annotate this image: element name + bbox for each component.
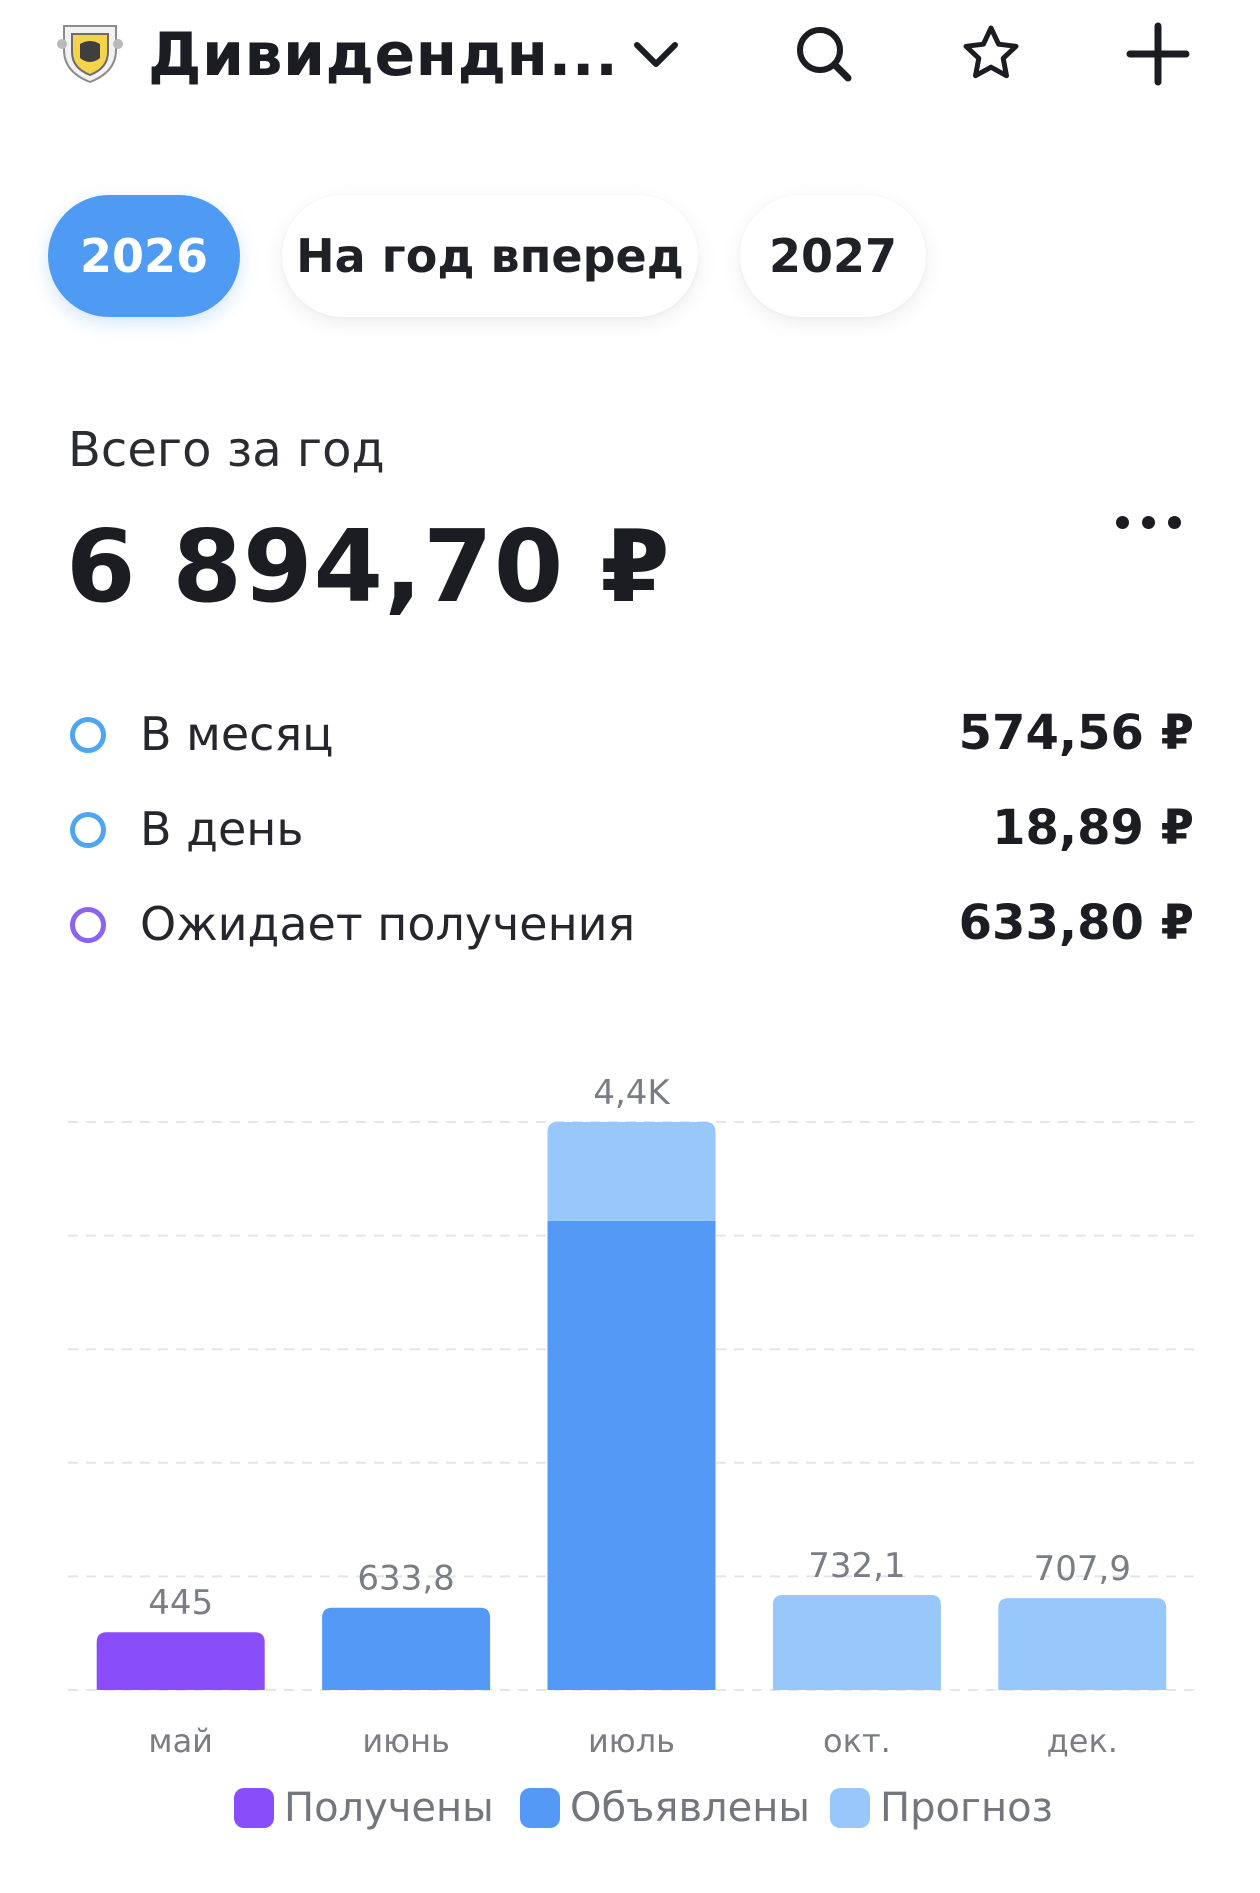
dividends-bar-chart: 445 май 633,8 июнь 4,4K июль 732,1 окт. 707,9 дек…: [68, 1073, 1195, 1760]
tab-year-ahead[interactable]: На год вперед: [282, 195, 698, 317]
bar-segment: [998, 1598, 1167, 1690]
bar-value-label: 633,8: [357, 1559, 454, 1599]
legend-item-received[interactable]: Получены: [234, 1785, 494, 1831]
stat-value-month: 574,56 ₽: [958, 705, 1194, 761]
x-tick-label: июль: [588, 1722, 675, 1760]
bar-segment: [96, 1632, 265, 1690]
stat-label-pending: Ожидает получения: [140, 897, 636, 951]
stat-value-day: 18,89 ₽: [992, 800, 1194, 856]
stat-row-day: В день 18,89 ₽: [68, 800, 1194, 870]
bar-value-label: 445: [148, 1583, 213, 1623]
stat-dot-day: [70, 812, 106, 848]
stat-label-month: В месяц: [140, 707, 334, 761]
star-icon[interactable]: [951, 14, 1031, 94]
bar-value-label: 707,9: [1034, 1549, 1131, 1589]
bar-segment: [547, 1220, 716, 1690]
legend-item-declared[interactable]: Объявлены: [520, 1785, 810, 1831]
legend-label-declared: Объявлены: [570, 1785, 810, 1831]
search-icon[interactable]: [784, 14, 864, 94]
stat-value-pending: 633,80 ₽: [958, 895, 1194, 951]
app-header: Дивидендн...: [0, 0, 1260, 120]
bar-segment: [547, 1122, 716, 1221]
stat-label-day: В день: [140, 802, 304, 856]
x-tick-label: окт.: [823, 1722, 891, 1760]
tab-2026[interactable]: 2026: [48, 195, 240, 317]
tab-2027[interactable]: 2027: [740, 195, 926, 317]
legend-label-received: Получены: [284, 1785, 494, 1831]
stat-row-month: В месяц 574,56 ₽: [68, 705, 1194, 775]
total-label: Всего за год: [68, 422, 385, 478]
x-tick-label: июнь: [362, 1722, 450, 1760]
legend-label-forecast: Прогноз: [880, 1785, 1053, 1831]
stat-dot-pending: [70, 907, 106, 943]
bar-segment: [322, 1607, 491, 1690]
bar-value-label: 732,1: [808, 1546, 905, 1586]
legend-swatch-forecast: [830, 1788, 870, 1828]
legend-swatch-received: [234, 1788, 274, 1828]
total-value: 6 894,70 ₽: [66, 508, 671, 625]
x-tick-label: май: [148, 1722, 213, 1760]
bar-value-label: 4,4K: [593, 1073, 671, 1113]
chart-legend: Получены Объявлены Прогноз: [0, 1785, 1260, 1845]
more-options-icon[interactable]: [1108, 502, 1188, 542]
bank-logo-icon: [56, 20, 124, 86]
plus-icon[interactable]: [1118, 14, 1198, 94]
x-tick-label: дек.: [1047, 1722, 1118, 1760]
legend-swatch-declared: [520, 1788, 560, 1828]
stat-dot-month: [70, 717, 106, 753]
chevron-down-icon[interactable]: [616, 14, 696, 94]
stat-row-pending: Ожидает получения 633,80 ₽: [68, 895, 1194, 965]
legend-item-forecast[interactable]: Прогноз: [830, 1785, 1053, 1831]
bar-segment: [772, 1594, 941, 1690]
app-title[interactable]: Дивидендн...: [148, 22, 618, 88]
